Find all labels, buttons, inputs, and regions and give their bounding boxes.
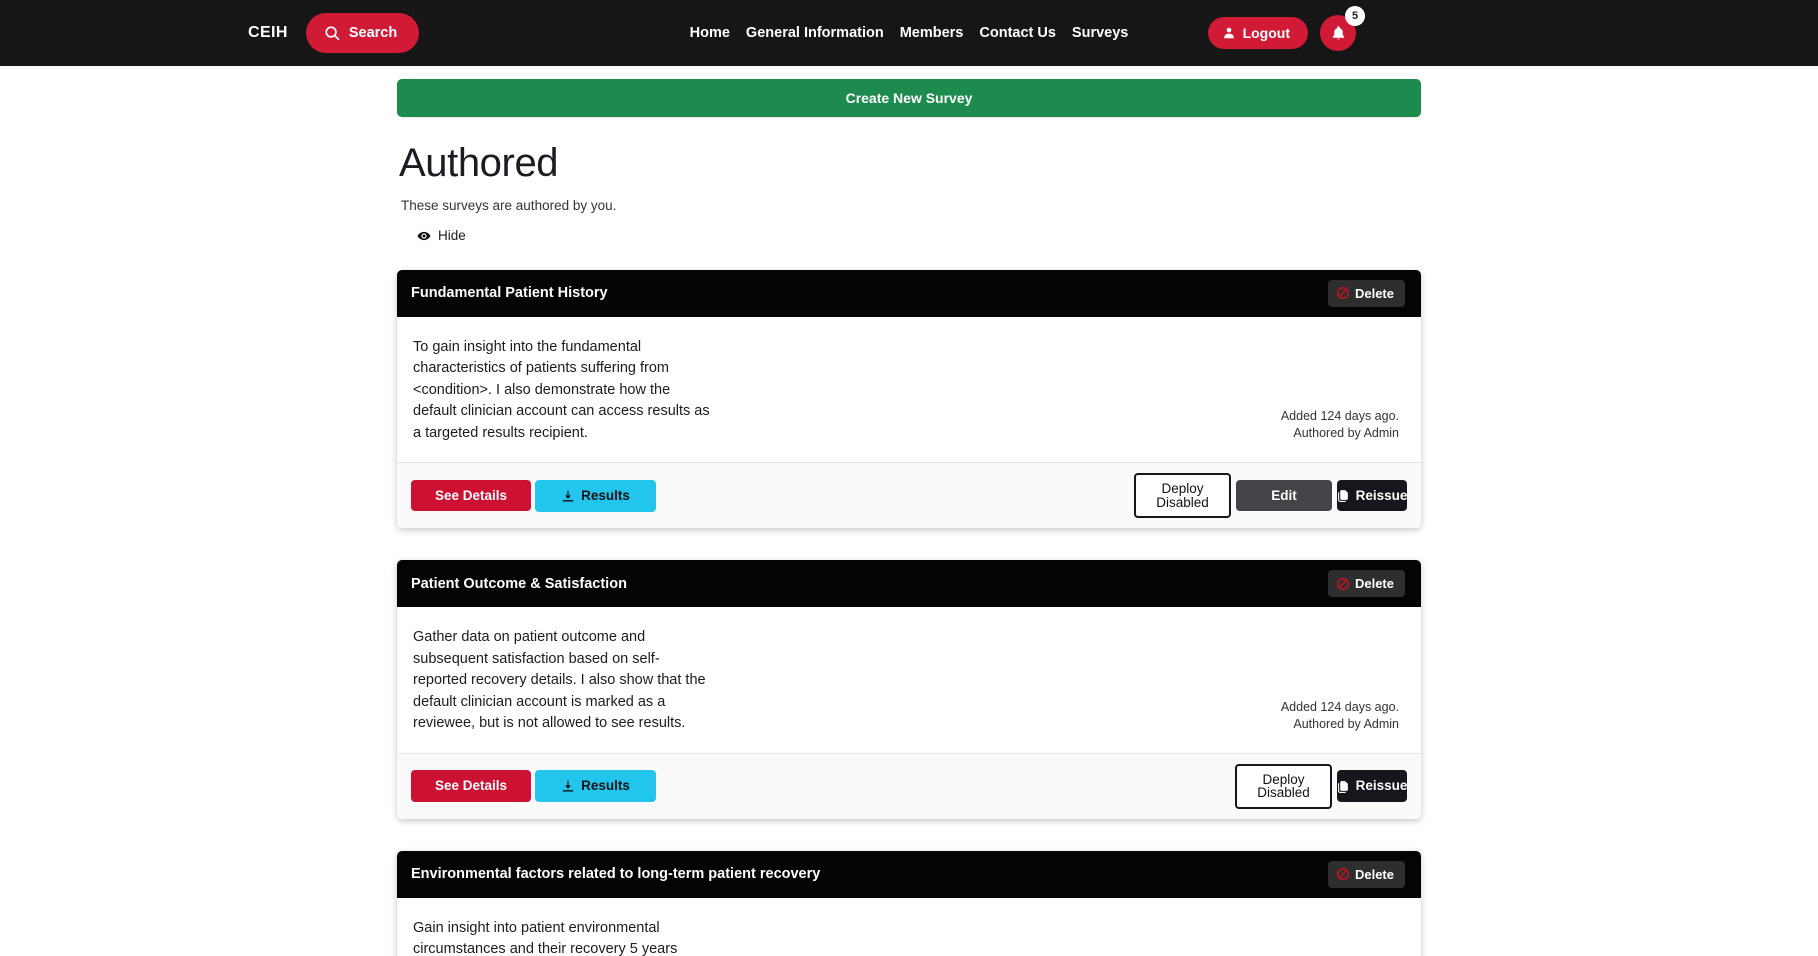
nav-link-contact-us[interactable]: Contact Us	[979, 25, 1056, 41]
reissue-button[interactable]: Reissue	[1337, 770, 1407, 802]
user-icon	[1222, 26, 1236, 40]
brand-logo: CEIH	[248, 24, 288, 42]
search-button[interactable]: Search	[306, 13, 419, 53]
notification-badge: 5	[1345, 6, 1365, 26]
survey-card-body: Gain insight into patient environmental …	[397, 898, 1421, 956]
survey-description: Gather data on patient outcome and subse…	[411, 627, 711, 735]
deploy-disabled-button[interactable]: Deploy Disabled	[1134, 473, 1231, 518]
logout-button[interactable]: Logout	[1208, 17, 1308, 49]
ban-icon	[1336, 867, 1350, 881]
section-header: Authored These surveys are authored by y…	[397, 143, 1421, 248]
main-nav-links: Home General Information Members Contact…	[690, 25, 1129, 41]
hide-toggle-label: Hide	[438, 228, 466, 243]
page-container: Create New Survey Authored These surveys…	[397, 66, 1421, 956]
survey-card-header: Patient Outcome & Satisfaction Delete	[397, 560, 1421, 607]
survey-card-body: To gain insight into the fundamental cha…	[397, 317, 1421, 463]
top-navigation-bar: CEIH Search Home General Information Mem…	[0, 0, 1818, 66]
results-button-label: Results	[581, 489, 630, 503]
delete-button[interactable]: Delete	[1328, 570, 1405, 597]
survey-card: Fundamental Patient History Delete To ga…	[397, 270, 1421, 529]
survey-card-header: Fundamental Patient History Delete	[397, 270, 1421, 317]
hide-toggle-button[interactable]: Hide	[417, 228, 466, 243]
copy-icon	[1337, 780, 1350, 793]
results-button-label: Results	[581, 779, 630, 793]
logout-button-label: Logout	[1243, 25, 1290, 41]
nav-link-surveys[interactable]: Surveys	[1072, 25, 1128, 41]
nav-right-group: Logout 5	[1208, 15, 1356, 51]
bell-icon	[1330, 25, 1347, 42]
delete-button[interactable]: Delete	[1328, 280, 1405, 307]
download-icon	[561, 489, 575, 503]
delete-button-label: Delete	[1355, 286, 1394, 301]
survey-card-list: Fundamental Patient History Delete To ga…	[397, 270, 1421, 956]
search-icon	[324, 25, 341, 42]
edit-button[interactable]: Edit	[1236, 480, 1332, 512]
survey-title: Patient Outcome & Satisfaction	[411, 576, 627, 592]
delete-button-label: Delete	[1355, 576, 1394, 591]
results-button[interactable]: Results	[535, 480, 656, 512]
survey-title: Fundamental Patient History	[411, 285, 608, 301]
eye-icon	[417, 229, 431, 243]
survey-card-body: Gather data on patient outcome and subse…	[397, 607, 1421, 753]
survey-footer-left-actions: See Details Results	[411, 770, 656, 802]
copy-icon	[1337, 489, 1350, 502]
survey-meta: Added 124 days ago. Authored by Admin	[1281, 699, 1399, 735]
survey-title: Environmental factors related to long-te…	[411, 866, 820, 882]
see-details-button[interactable]: See Details	[411, 480, 531, 512]
nav-link-members[interactable]: Members	[900, 25, 964, 41]
survey-card: Patient Outcome & Satisfaction Delete Ga…	[397, 560, 1421, 819]
notifications-button[interactable]: 5	[1320, 15, 1356, 51]
results-button[interactable]: Results	[535, 770, 656, 802]
nav-link-general-information[interactable]: General Information	[746, 25, 884, 41]
survey-footer-left-actions: See Details Results	[411, 480, 656, 512]
ban-icon	[1336, 286, 1350, 300]
download-icon	[561, 779, 575, 793]
reissue-button-label: Reissue	[1356, 489, 1408, 503]
search-button-label: Search	[349, 25, 397, 41]
survey-description: To gain insight into the fundamental cha…	[411, 337, 711, 445]
reissue-button-label: Reissue	[1356, 779, 1408, 793]
survey-card: Environmental factors related to long-te…	[397, 851, 1421, 956]
see-details-button[interactable]: See Details	[411, 770, 531, 802]
survey-author: Authored by Admin	[1281, 425, 1399, 442]
survey-author: Authored by Admin	[1281, 716, 1399, 733]
delete-button-label: Delete	[1355, 867, 1394, 882]
survey-meta: Added 124 days ago. Authored by Admin	[1281, 408, 1399, 444]
reissue-button[interactable]: Reissue	[1337, 480, 1407, 512]
survey-description: Gain insight into patient environmental …	[411, 918, 711, 956]
nav-link-home[interactable]: Home	[690, 25, 730, 41]
survey-card-footer: See Details Results Deploy Disabled	[397, 753, 1421, 819]
survey-card-header: Environmental factors related to long-te…	[397, 851, 1421, 898]
delete-button[interactable]: Delete	[1328, 861, 1405, 888]
survey-card-footer: See Details Results Deploy Disabled Edit	[397, 462, 1421, 528]
deploy-disabled-button[interactable]: Deploy Disabled	[1235, 764, 1332, 809]
ban-icon	[1336, 577, 1350, 591]
page-title: Authored	[399, 143, 1421, 183]
survey-footer-right-actions: Deploy Disabled Edit Reissue	[1134, 473, 1407, 518]
survey-footer-right-actions: Deploy Disabled Reissue	[1235, 764, 1407, 809]
page-subtitle: These surveys are authored by you.	[401, 198, 1421, 213]
survey-added-date: Added 124 days ago.	[1281, 699, 1399, 716]
create-new-survey-button[interactable]: Create New Survey	[397, 79, 1421, 117]
survey-added-date: Added 124 days ago.	[1281, 408, 1399, 425]
